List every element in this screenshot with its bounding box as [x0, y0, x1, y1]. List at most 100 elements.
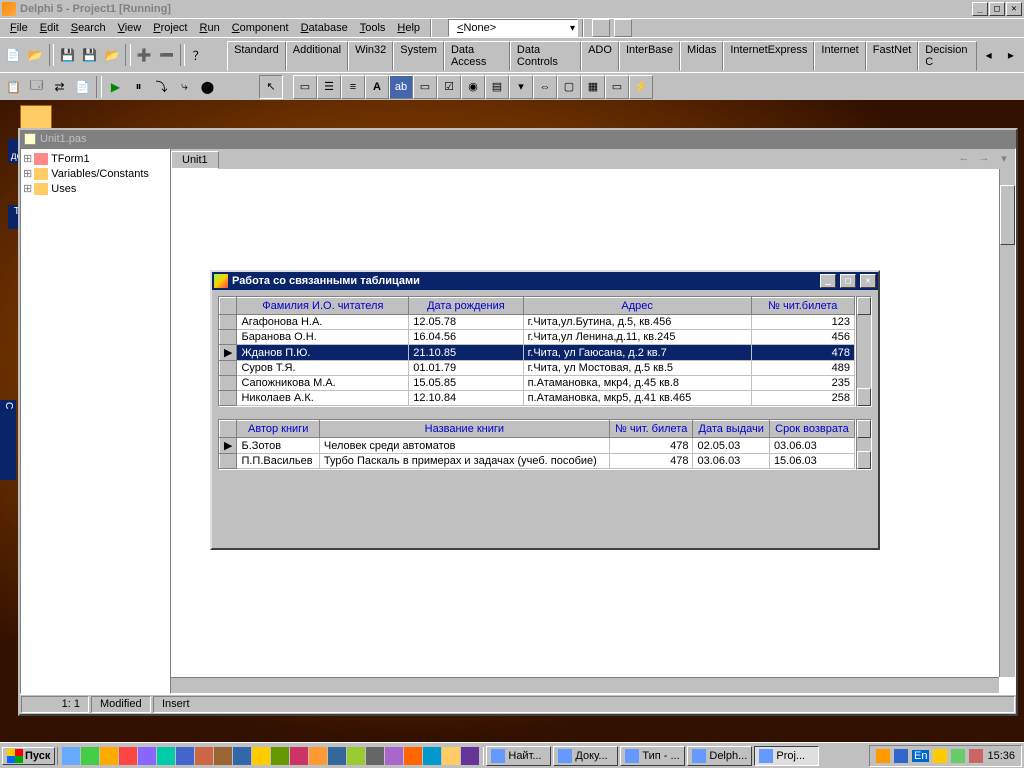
viewunit-button[interactable]: 📋	[2, 76, 25, 98]
comp-button[interactable]: ▭	[413, 75, 437, 99]
comp-tab-system[interactable]: System	[393, 41, 444, 71]
comp-tab-ado[interactable]: ADO	[581, 41, 619, 71]
comp-tab-win32[interactable]: Win32	[348, 41, 393, 71]
ql-3[interactable]	[100, 747, 118, 765]
menu-tools[interactable]: Tools	[354, 20, 392, 36]
ql-6[interactable]	[157, 747, 175, 765]
breakpoint-button[interactable]: ⬤	[196, 76, 219, 98]
ql-4[interactable]	[119, 747, 137, 765]
comp-tab-fastnet[interactable]: FastNet	[866, 41, 919, 71]
menu-run[interactable]: Run	[194, 20, 226, 36]
tree-variables[interactable]: Variables/Constants	[23, 166, 167, 181]
comp-memo[interactable]: ab	[389, 75, 413, 99]
comp-checkbox[interactable]: ☑	[437, 75, 461, 99]
editor-vscroll[interactable]	[999, 169, 1015, 677]
menu-project[interactable]: Project	[147, 20, 193, 36]
table-row[interactable]: Суров Т.Я.01.01.79г.Чита, ул Мостовая, д…	[220, 361, 855, 376]
comp-combobox[interactable]: ▾	[509, 75, 533, 99]
desktop-combo[interactable]: <None>	[448, 19, 578, 37]
task-button[interactable]: Найт...	[486, 746, 551, 766]
menu-file[interactable]: File	[4, 20, 34, 36]
grid2-col[interactable]: Название книги	[319, 421, 609, 438]
form-minimize[interactable]: _	[820, 274, 836, 288]
tray-5[interactable]	[969, 749, 983, 763]
start-button[interactable]: Пуск	[2, 747, 55, 765]
tab-scroll-right[interactable]: ▸	[1000, 44, 1022, 66]
comp-radiogroup[interactable]: ▦	[581, 75, 605, 99]
toolbar-btn2[interactable]	[614, 19, 632, 37]
formwin-titlebar[interactable]: Работа со связанными таблицами _ □ ✕	[212, 272, 878, 290]
minimize-button[interactable]: _	[972, 2, 988, 16]
table-row[interactable]: П.П.ВасильевТурбо Паскаль в примерах и з…	[220, 454, 855, 469]
grid2-col[interactable]: Дата выдачи	[693, 421, 769, 438]
grid1-col[interactable]: Фамилия И.О. читателя	[237, 298, 409, 315]
table-row[interactable]: Николаев А.К.12.10.84п.Атамановка, мкр5,…	[220, 391, 855, 406]
task-button[interactable]: Доку...	[553, 746, 618, 766]
openproj-button[interactable]: 📂	[101, 44, 123, 66]
form-maximize[interactable]: □	[840, 274, 856, 288]
grid1-col[interactable]: Дата рождения	[409, 298, 523, 315]
ql-12[interactable]	[271, 747, 289, 765]
addfile-button[interactable]: ➕	[133, 44, 155, 66]
comp-groupbox[interactable]: ▢	[557, 75, 581, 99]
table-row[interactable]: ▶Б.ЗотовЧеловек среди автоматов47802.05.…	[220, 438, 855, 454]
ql-15[interactable]	[328, 747, 346, 765]
toolbar-btn1[interactable]	[592, 19, 610, 37]
removefile-button[interactable]: ➖	[155, 44, 177, 66]
nav-back[interactable]: ←	[955, 151, 973, 167]
comp-tab-standard[interactable]: Standard	[227, 41, 286, 71]
tab-scroll-left[interactable]: ◂	[977, 44, 999, 66]
step-into-button[interactable]: ⤷	[173, 76, 196, 98]
toggle-button[interactable]: ⇄	[48, 76, 71, 98]
comp-actionlist[interactable]: ⚡	[629, 75, 653, 99]
newform-button[interactable]: 📄	[71, 76, 94, 98]
grid2-col[interactable]: Автор книги	[237, 421, 319, 438]
pause-button[interactable]: ⏸	[127, 76, 150, 98]
close-button[interactable]: ✕	[1006, 2, 1022, 16]
ql-9[interactable]	[214, 747, 232, 765]
ql-14[interactable]	[309, 747, 327, 765]
ql-20[interactable]	[423, 747, 441, 765]
tray-2[interactable]	[894, 749, 908, 763]
table-row[interactable]: Баранова О.Н.16.04.56г.Чита,ул Ленина,д.…	[220, 330, 855, 345]
codewin-titlebar[interactable]: Unit1.pas	[20, 130, 1016, 148]
ql-8[interactable]	[195, 747, 213, 765]
editor-tab-unit1[interactable]: Unit1	[171, 151, 219, 169]
ql-1[interactable]	[62, 747, 80, 765]
comp-edit[interactable]: A	[365, 75, 389, 99]
menu-edit[interactable]: Edit	[34, 20, 65, 36]
ql-16[interactable]	[347, 747, 365, 765]
comp-tab-midas[interactable]: Midas	[680, 41, 723, 71]
comp-tab-decision-c[interactable]: Decision C	[918, 41, 977, 71]
comp-popupmenu[interactable]: ☰	[317, 75, 341, 99]
comp-tab-internet[interactable]: Internet	[814, 41, 865, 71]
help-button[interactable]: ？	[187, 44, 209, 66]
ql-7[interactable]	[176, 747, 194, 765]
comp-listbox[interactable]: ▤	[485, 75, 509, 99]
grid1-col[interactable]: Адрес	[523, 298, 751, 315]
grid1-col[interactable]: № чит.билета	[751, 298, 854, 315]
tree-tform1[interactable]: TForm1	[23, 151, 167, 166]
ql-13[interactable]	[290, 747, 308, 765]
tree-uses[interactable]: Uses	[23, 181, 167, 196]
menu-component[interactable]: Component	[226, 20, 295, 36]
comp-scrollbar[interactable]: ⇔	[533, 75, 557, 99]
comp-mainmenu[interactable]: ▭	[293, 75, 317, 99]
ql-22[interactable]	[461, 747, 479, 765]
ql-18[interactable]	[385, 747, 403, 765]
comp-tab-interbase[interactable]: InterBase	[619, 41, 680, 71]
ql-2[interactable]	[81, 747, 99, 765]
menu-database[interactable]: Database	[295, 20, 354, 36]
clock[interactable]: 15:36	[987, 750, 1015, 762]
open-button[interactable]: 📂	[24, 44, 46, 66]
readers-grid[interactable]: Фамилия И.О. читателяДата рожденияАдрес№…	[218, 296, 856, 407]
ql-17[interactable]	[366, 747, 384, 765]
tray-3[interactable]	[933, 749, 947, 763]
ql-11[interactable]	[252, 747, 270, 765]
comp-tab-additional[interactable]: Additional	[286, 41, 348, 71]
ql-5[interactable]	[138, 747, 156, 765]
grid2-col[interactable]: Срок возврата	[769, 421, 854, 438]
menu-view[interactable]: View	[112, 20, 148, 36]
grid1-scroll[interactable]	[856, 296, 872, 407]
tray-4[interactable]	[951, 749, 965, 763]
